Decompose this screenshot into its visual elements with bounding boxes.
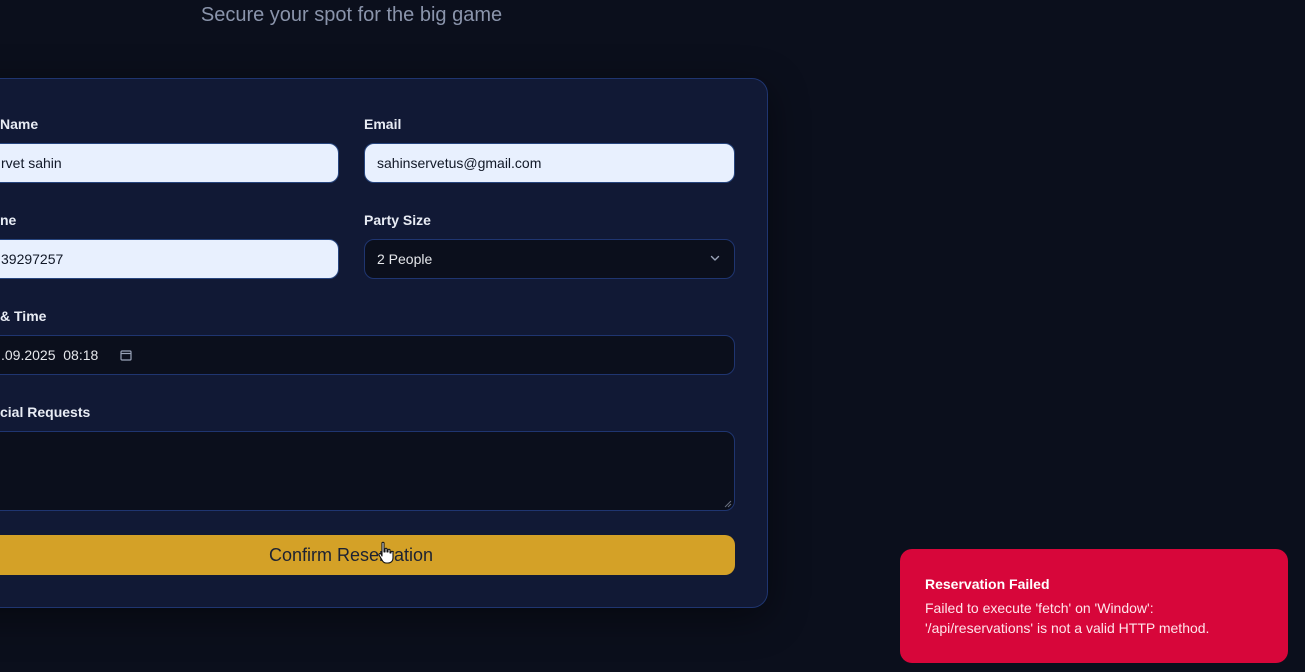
phone-input[interactable]: 39297257 [0, 239, 339, 279]
confirm-reservation-button[interactable]: Confirm Reservation [0, 535, 735, 575]
special-requests-label: cial Requests [0, 404, 91, 420]
phone-label: ne [0, 212, 17, 228]
party-size-select[interactable]: 2 People [364, 239, 735, 279]
name-input[interactable]: rvet sahin [0, 143, 339, 183]
chevron-down-icon [710, 255, 720, 261]
toast-title: Reservation Failed [925, 576, 1050, 592]
datetime-label: & Time [0, 308, 47, 324]
error-toast[interactable]: Reservation Failed Failed to execute 'fe… [900, 549, 1288, 663]
email-label: Email [364, 116, 402, 132]
toast-message-line2: '/api/reservations' is not a valid HTTP … [925, 620, 1210, 636]
phone-value: 39297257 [1, 251, 64, 267]
datetime-input[interactable]: .09.2025 08:18 [0, 335, 735, 375]
reservation-page: Secure your spot for the big game Name r… [0, 0, 1305, 672]
resize-grip-icon[interactable] [724, 500, 732, 508]
page-subtitle: Secure your spot for the big game [200, 4, 503, 26]
datetime-value: .09.2025 08:18 [1, 347, 99, 363]
party-size-value: 2 People [377, 251, 433, 267]
party-size-label: Party Size [364, 212, 431, 228]
special-requests-textarea[interactable] [0, 431, 735, 511]
name-value: rvet sahin [1, 155, 62, 171]
email-input[interactable]: sahinservetus@gmail.com [364, 143, 735, 183]
pointer-cursor-icon [378, 541, 394, 564]
email-value: sahinservetus@gmail.com [377, 155, 542, 171]
name-label: Name [0, 116, 39, 132]
toast-message-line1: Failed to execute 'fetch' on 'Window': [925, 600, 1154, 616]
toast-message: Failed to execute 'fetch' on 'Window': '… [925, 598, 1263, 638]
calendar-icon[interactable] [120, 349, 132, 361]
